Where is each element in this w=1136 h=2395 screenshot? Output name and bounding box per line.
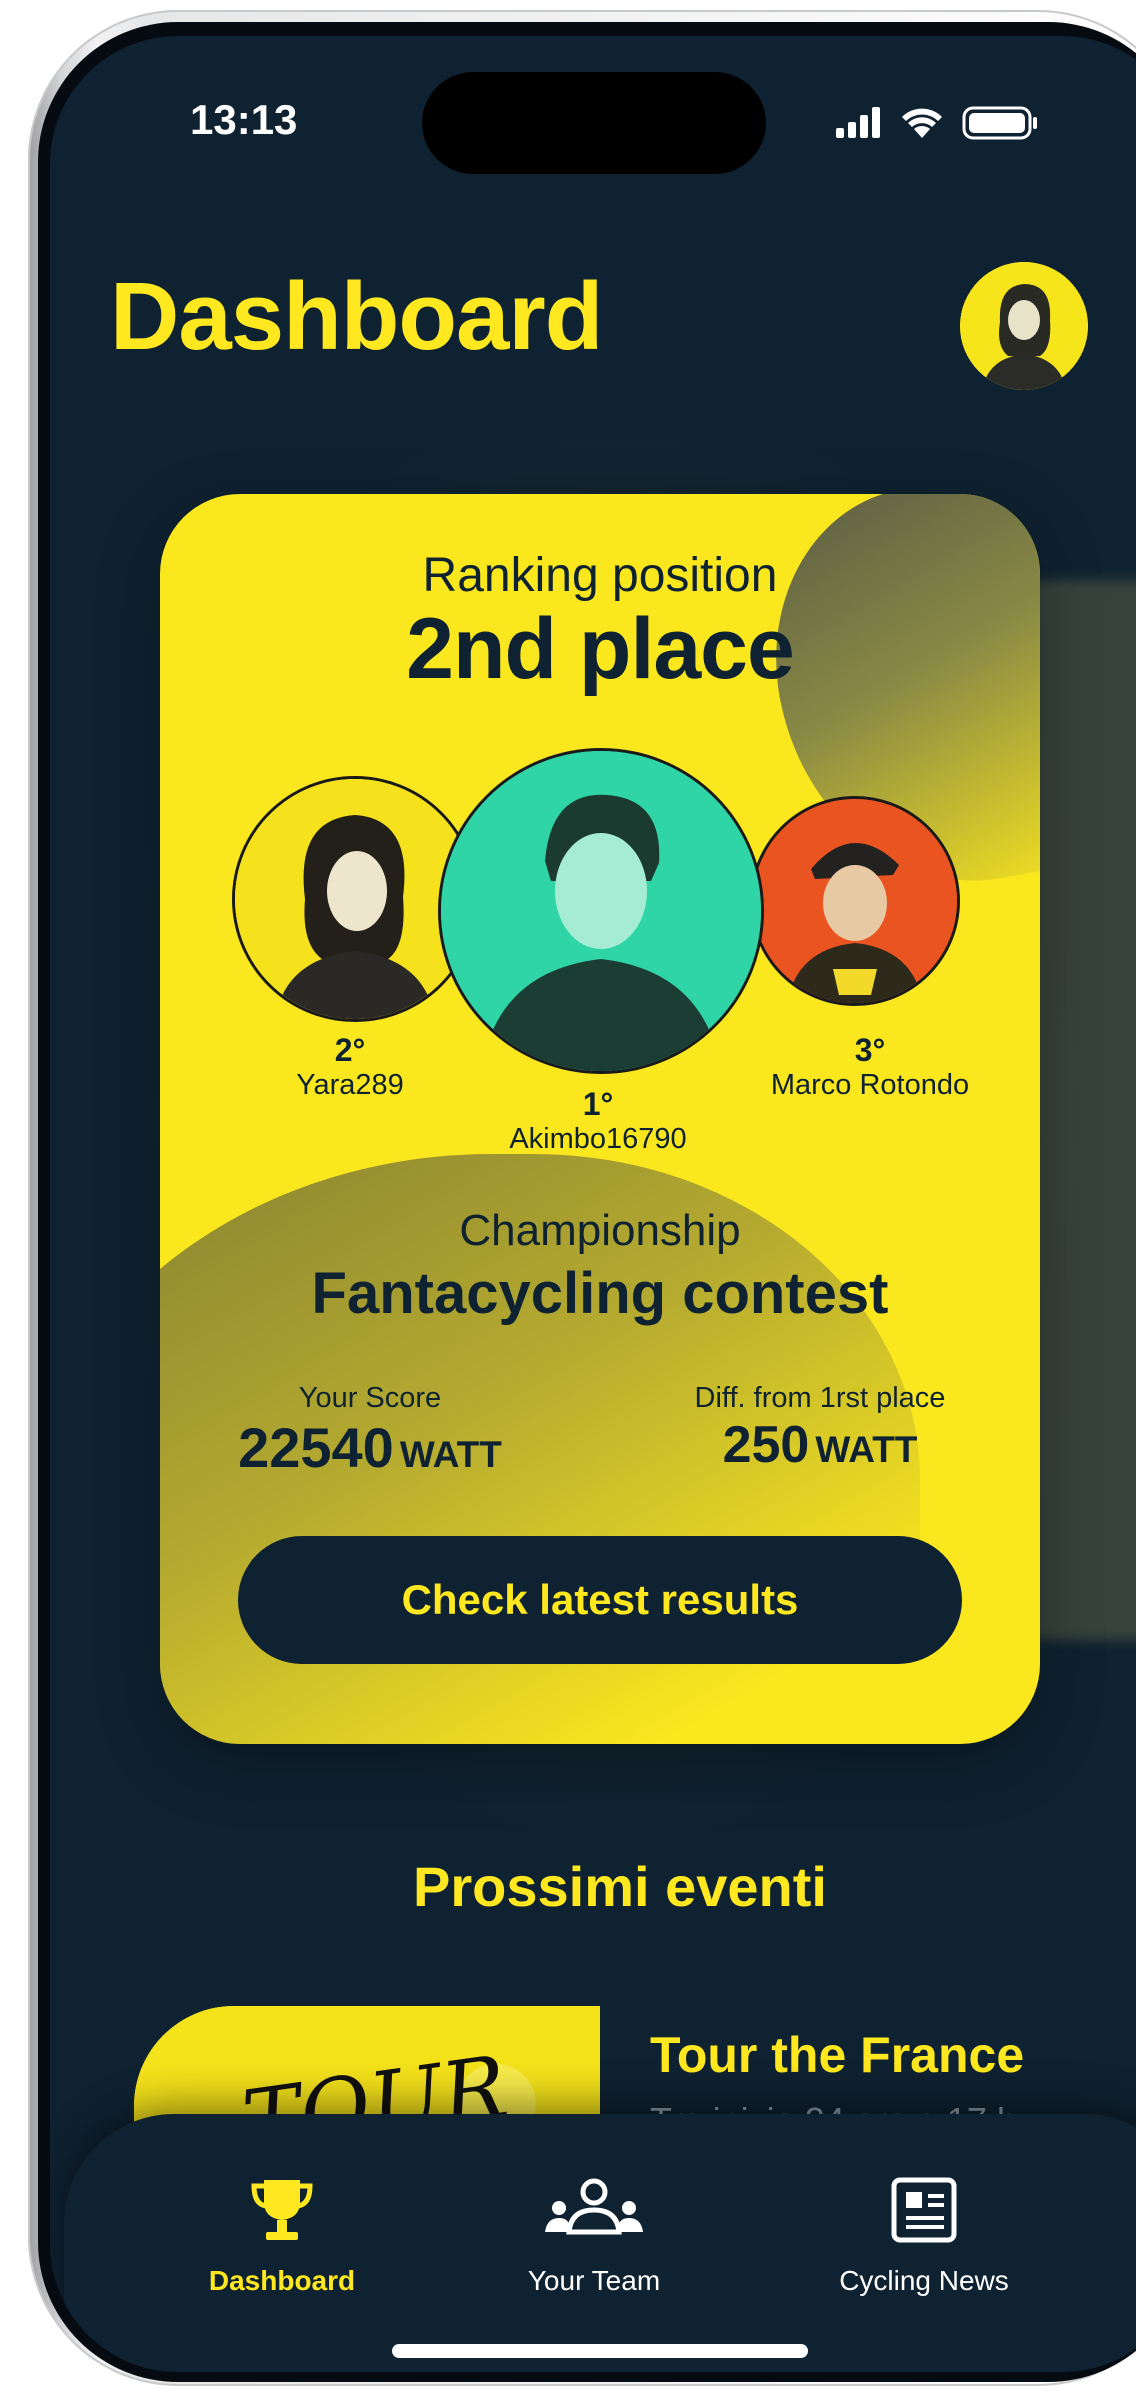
- ranking-value: 2nd place: [406, 601, 795, 697]
- championship-label: Championship: [459, 1206, 741, 1255]
- user-avatar[interactable]: [960, 262, 1088, 390]
- podium-second-rank: 2°: [334, 1032, 366, 1068]
- event-title[interactable]: Tour the France: [650, 2026, 1024, 2084]
- team-icon: [545, 2178, 643, 2235]
- podium-second-name: Yara289: [296, 1069, 404, 1101]
- trophy-icon: [251, 2180, 313, 2240]
- diff-block: Diff. from 1rst place 250 WATT: [660, 1382, 980, 1475]
- tab-your-team[interactable]: Your Team: [464, 2174, 724, 2297]
- score-value: 22540: [238, 1416, 394, 1479]
- podium-third-name: Marco Rotondo: [770, 1069, 970, 1101]
- podium-first-rank: 1°: [582, 1086, 614, 1122]
- score-block: Your Score 22540 WATT: [220, 1382, 520, 1480]
- diff-value: 250: [722, 1416, 810, 1474]
- score-unit: WATT: [399, 1434, 502, 1475]
- events-section-title: Prossimi eventi: [413, 1855, 827, 1918]
- wifi-icon: [902, 108, 942, 138]
- status-time: 13:13: [190, 96, 298, 143]
- score-label: Your Score: [298, 1382, 442, 1414]
- tab-your-team-label: Your Team: [527, 2265, 661, 2296]
- avatar-portrait-third: [753, 799, 957, 1003]
- news-icon: [891, 2177, 957, 2243]
- signal-icon: [836, 107, 880, 138]
- tab-dashboard[interactable]: Dashboard: [152, 2174, 412, 2297]
- podium-avatar-first[interactable]: [438, 748, 764, 1074]
- ranking-label: Ranking position: [422, 549, 778, 602]
- tab-dashboard-label: Dashboard: [208, 2265, 356, 2296]
- check-results-button[interactable]: Check latest results: [238, 1536, 962, 1664]
- podium-third-rank: 3°: [854, 1032, 886, 1068]
- podium-third: 3° Marco Rotondo: [740, 1032, 1000, 1102]
- tab-cycling-news-label: Cycling News: [839, 2265, 1009, 2296]
- status-icons: [836, 106, 1037, 140]
- avatar-portrait-first: [441, 751, 761, 1071]
- battery-icon: [962, 106, 1037, 140]
- podium-second: 2° Yara289: [240, 1032, 460, 1102]
- user-avatar-portrait: [960, 262, 1088, 390]
- diff-unit: WATT: [815, 1429, 918, 1470]
- podium-first: 1° Akimbo16790: [448, 1086, 748, 1156]
- app-screen: 13:13 Dashboard Ranking position 2nd pla…: [50, 36, 1136, 2372]
- podium-avatar-third[interactable]: [750, 796, 960, 1006]
- ranking-card: Ranking position 2nd place 2° Yara289 1°…: [160, 494, 1040, 1744]
- championship-name: Fantacycling contest: [311, 1261, 889, 1326]
- page-title: Dashboard: [110, 263, 603, 370]
- tab-cycling-news[interactable]: Cycling News: [774, 2174, 1074, 2297]
- home-indicator[interactable]: [392, 2344, 808, 2358]
- podium-first-name: Akimbo16790: [509, 1123, 687, 1155]
- diff-label: Diff. from 1rst place: [694, 1382, 946, 1414]
- dynamic-island: [422, 72, 766, 174]
- tab-bar: Dashboard Your Team Cycling News: [64, 2114, 1136, 2372]
